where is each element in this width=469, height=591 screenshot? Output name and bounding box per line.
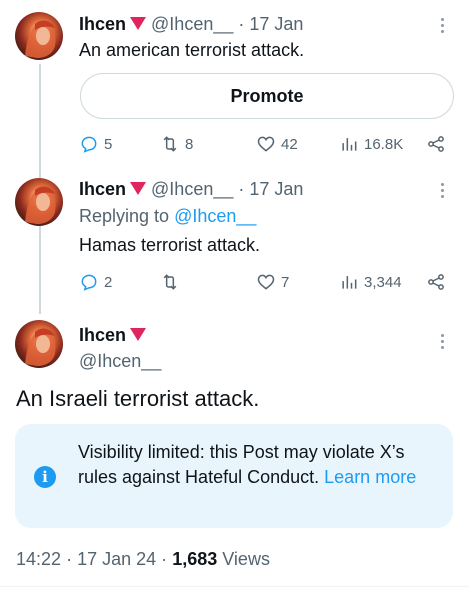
tweet-header: Ihcen @Ihcen__ · 17 Jan <box>79 179 303 200</box>
main-author: Ihcen @Ihcen__ <box>79 325 161 372</box>
retweet-icon <box>163 136 177 152</box>
view-count: 3,344 <box>364 273 402 291</box>
like-button[interactable]: 42 <box>256 134 298 154</box>
share-button[interactable] <box>426 272 446 292</box>
tweet-header: Ihcen @Ihcen__ · 17 Jan <box>79 14 303 35</box>
reply-icon <box>81 274 97 291</box>
reply-count: 5 <box>104 135 113 153</box>
views-count: 1,683 <box>172 549 218 569</box>
tweet-date[interactable]: 17 Jan <box>249 179 303 199</box>
more-options-icon[interactable] <box>439 183 445 198</box>
like-button[interactable]: 7 <box>256 272 289 292</box>
visibility-notice: i Visibility limited: this Post may viol… <box>15 424 453 528</box>
share-button[interactable] <box>426 134 446 154</box>
handle[interactable]: @Ihcen__ <box>79 351 161 372</box>
share-icon <box>428 136 444 152</box>
red-triangle-icon <box>130 327 147 341</box>
separator-dot: · <box>161 549 168 569</box>
heart-icon <box>257 136 275 152</box>
retweet-icon <box>163 274 177 290</box>
analytics-icon <box>342 276 357 289</box>
reply-button[interactable]: 5 <box>79 134 112 154</box>
retweet-button[interactable] <box>160 272 185 292</box>
display-name[interactable]: Ihcen <box>79 325 126 345</box>
handle[interactable]: @Ihcen__ <box>151 179 233 199</box>
reply-count: 2 <box>104 273 113 291</box>
analytics-icon <box>342 138 357 151</box>
heart-icon <box>257 274 275 290</box>
display-name[interactable]: Ihcen <box>79 14 126 34</box>
separator-dot: · <box>66 549 73 569</box>
tweet-text: Hamas terrorist attack. <box>79 235 261 255</box>
tweet-meta: 14:22 · 17 Jan 24 · 1,683 Views <box>16 549 270 570</box>
learn-more-link[interactable]: Learn more <box>324 467 416 487</box>
promote-button[interactable]: Promote <box>80 73 454 119</box>
tweet-time[interactable]: 14:22 <box>16 549 61 569</box>
red-triangle-icon <box>130 181 147 195</box>
retweet-count: 8 <box>185 135 194 153</box>
main-tweet-text: An Israeli terrorist attack. <box>16 386 260 411</box>
avatar[interactable] <box>15 178 63 226</box>
like-count: 7 <box>281 273 290 291</box>
separator-dot: · <box>238 179 245 199</box>
more-options-icon[interactable] <box>439 18 445 33</box>
divider <box>0 586 469 587</box>
replying-to-link[interactable]: @Ihcen__ <box>174 206 256 226</box>
reply-button[interactable]: 2 <box>79 272 112 292</box>
view-count: 16.8K <box>364 135 404 153</box>
avatar[interactable] <box>15 320 63 368</box>
tweet-date[interactable]: 17 Jan <box>249 14 303 34</box>
retweet-button[interactable]: 8 <box>160 134 193 154</box>
views-label: Views <box>222 549 270 569</box>
handle[interactable]: @Ihcen__ <box>151 14 233 34</box>
views-button[interactable]: 3,344 <box>339 272 402 292</box>
replying-to: Replying to @Ihcen__ <box>79 206 256 227</box>
info-icon: i <box>34 466 56 488</box>
replying-to-label: Replying to <box>79 206 170 226</box>
red-triangle-icon <box>130 16 147 30</box>
notice-text: Visibility limited: this Post may violat… <box>78 440 440 490</box>
separator-dot: · <box>238 14 245 34</box>
tweet-text: An american terrorist attack. <box>79 40 305 60</box>
reply-icon <box>81 136 97 153</box>
share-icon <box>428 274 444 290</box>
display-name[interactable]: Ihcen <box>79 179 126 199</box>
like-count: 42 <box>281 135 298 153</box>
views-button[interactable]: 16.8K <box>339 134 403 154</box>
more-options-icon[interactable] <box>439 334 445 349</box>
avatar[interactable] <box>15 12 63 60</box>
tweet-full-date[interactable]: 17 Jan 24 <box>77 549 156 569</box>
